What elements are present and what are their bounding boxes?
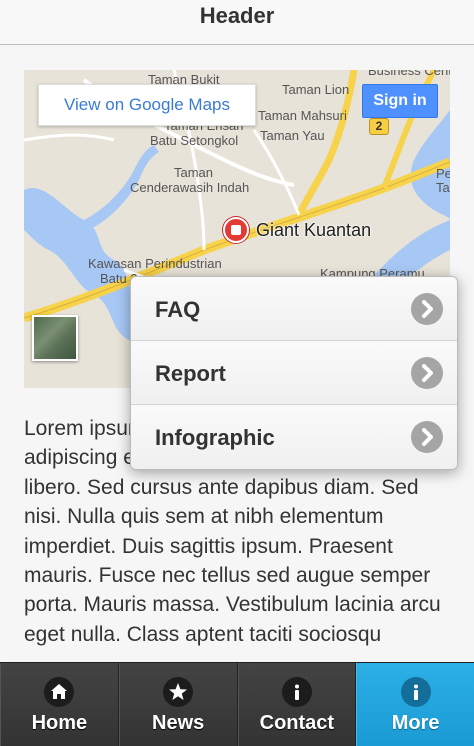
poi-marker-inner <box>231 225 241 235</box>
map-label: Taman <box>174 165 214 180</box>
header-bar: Header <box>0 0 474 45</box>
map-label: Batu Setongkol <box>150 133 239 148</box>
nav-item-news[interactable]: News <box>118 663 238 746</box>
nav-item-more[interactable]: More <box>356 663 474 746</box>
page-title: Header <box>199 3 275 28</box>
menu-item-label: Report <box>155 361 226 386</box>
map-label: Taman Mahsuri <box>258 108 347 123</box>
nav-item-home[interactable]: Home <box>0 663 119 746</box>
map-label: Pe <box>436 166 450 181</box>
map-label: Ta <box>436 180 450 195</box>
more-popup-menu: FAQ Report Infographic <box>130 276 458 470</box>
road-5 <box>24 133 115 142</box>
menu-item-infographic[interactable]: Infographic <box>131 405 457 469</box>
page: Header Taman Bukit Taman Lion Business C… <box>0 0 474 746</box>
menu-item-label: FAQ <box>155 297 201 322</box>
bottom-nav-bar: Home News Contact More <box>0 662 474 746</box>
view-on-google-maps-button[interactable]: View on Google Maps <box>38 84 256 126</box>
sign-in-button[interactable]: Sign in <box>362 84 438 118</box>
map-label: Kawasan Perindustrian <box>88 256 222 271</box>
map-label: Business Centre <box>368 70 450 78</box>
star-icon <box>163 677 194 707</box>
map-label: Taman Lion <box>282 82 350 97</box>
shopping-bag-icon[interactable] <box>223 217 249 243</box>
menu-item-label: Infographic <box>155 425 275 450</box>
chevron-right-icon <box>411 421 443 453</box>
route-number-badge: 2 <box>369 118 389 135</box>
map-label: Taman Yau <box>260 128 325 143</box>
nav-label: More <box>391 712 440 734</box>
info-icon <box>281 677 312 707</box>
menu-item-faq[interactable]: FAQ <box>131 277 457 341</box>
nav-label: Contact <box>259 712 335 734</box>
satellite-view-toggle[interactable] <box>32 315 78 361</box>
chevron-right-icon <box>411 357 443 389</box>
nav-label: News <box>152 712 205 734</box>
info-icon <box>400 677 431 707</box>
map-label: Cenderawasih Indah <box>130 180 250 195</box>
chevron-right-icon <box>411 293 443 325</box>
menu-item-report[interactable]: Report <box>131 341 457 405</box>
home-icon <box>44 677 75 707</box>
nav-item-contact[interactable]: Contact <box>237 663 357 746</box>
nav-label: Home <box>31 712 88 734</box>
poi-label[interactable]: Giant Kuantan <box>256 220 371 241</box>
